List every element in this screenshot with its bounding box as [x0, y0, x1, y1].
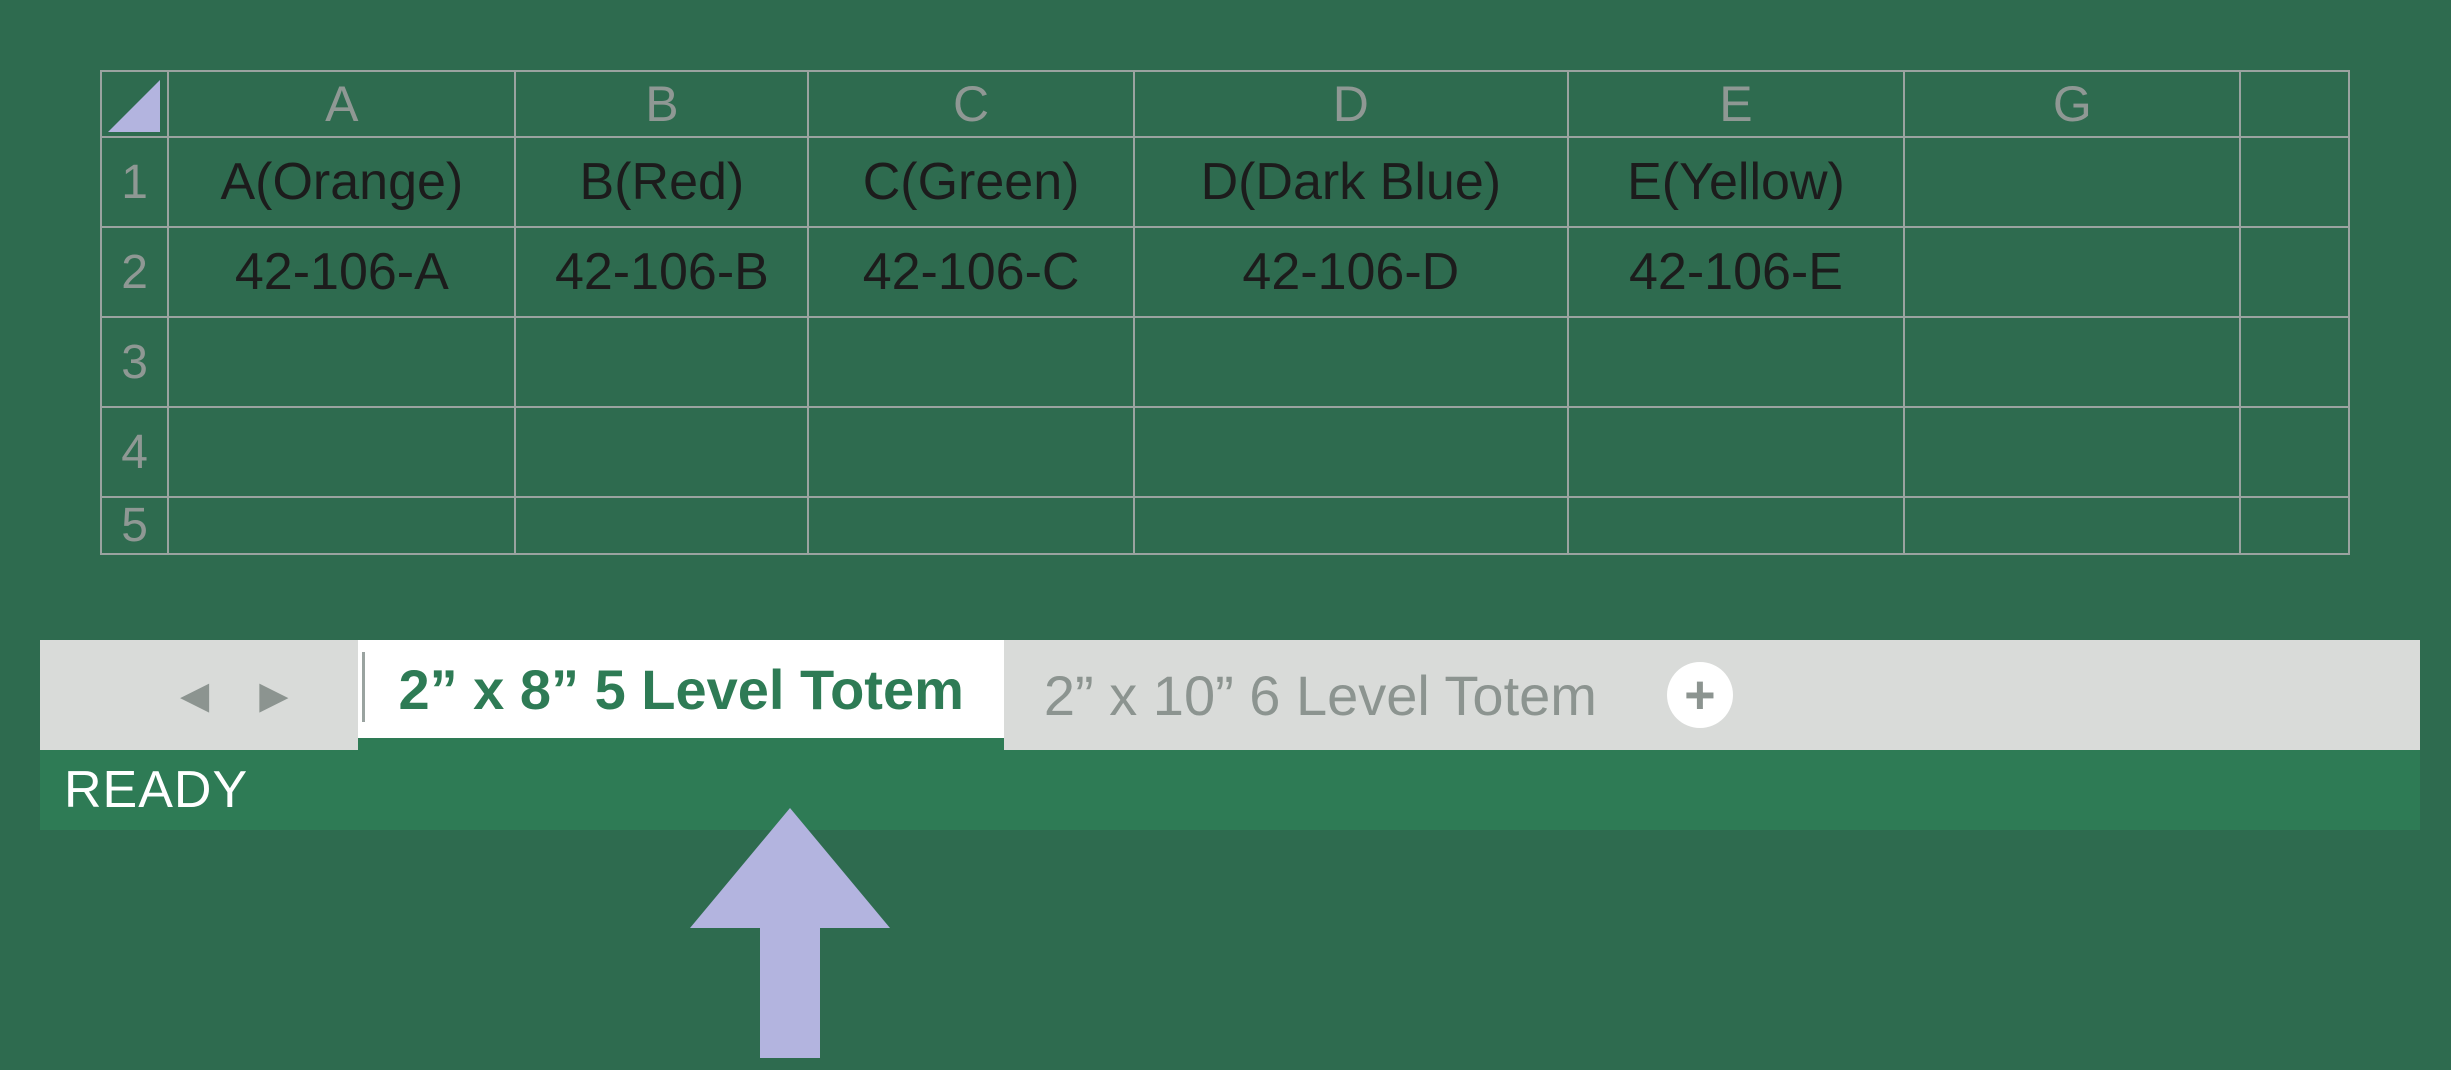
row-1[interactable]: 1 A(Orange) B(Red) C(Green) D(Dark Blue)… [101, 137, 2349, 227]
col-header-last[interactable] [2240, 71, 2349, 137]
status-text: READY [64, 760, 248, 820]
row-header-4[interactable]: 4 [101, 407, 168, 497]
col-header-C[interactable]: C [808, 71, 1133, 137]
row-3[interactable]: 3 [101, 317, 2349, 407]
cell-E3[interactable] [1568, 317, 1904, 407]
cell-D1[interactable]: D(Dark Blue) [1134, 137, 1568, 227]
tab-scroll-right-icon[interactable]: ▶ [259, 673, 288, 718]
cell-H5[interactable] [2240, 497, 2349, 554]
cell-C3[interactable] [808, 317, 1133, 407]
row-header-5[interactable]: 5 [101, 497, 168, 554]
sheet-tab-active[interactable]: 2” x 8” 5 Level Totem [358, 640, 1003, 750]
annotation-arrow-icon [690, 808, 890, 1063]
cell-C4[interactable] [808, 407, 1133, 497]
sheet-tab-inactive[interactable]: 2” x 10” 6 Level Totem [1004, 640, 1637, 750]
cell-G2[interactable] [1904, 227, 2240, 317]
col-header-G[interactable]: G [1904, 71, 2240, 137]
cell-H3[interactable] [2240, 317, 2349, 407]
select-all-corner[interactable] [101, 71, 168, 137]
cell-C2[interactable]: 42-106-C [808, 227, 1133, 317]
cell-G1[interactable] [1904, 137, 2240, 227]
cell-B5[interactable] [515, 497, 808, 554]
sheet-tab-active-label: 2” x 8” 5 Level Totem [398, 657, 963, 722]
cell-A1[interactable]: A(Orange) [168, 137, 515, 227]
cell-D3[interactable] [1134, 317, 1568, 407]
cell-A3[interactable] [168, 317, 515, 407]
cell-A2[interactable]: 42-106-A [168, 227, 515, 317]
cell-E4[interactable] [1568, 407, 1904, 497]
col-header-E[interactable]: E [1568, 71, 1904, 137]
col-header-D[interactable]: D [1134, 71, 1568, 137]
cell-H1[interactable] [2240, 137, 2349, 227]
cell-G3[interactable] [1904, 317, 2240, 407]
cell-G5[interactable] [1904, 497, 2240, 554]
col-header-A[interactable]: A [168, 71, 515, 137]
row-header-2[interactable]: 2 [101, 227, 168, 317]
cell-C1[interactable]: C(Green) [808, 137, 1133, 227]
cell-C5[interactable] [808, 497, 1133, 554]
row-header-3[interactable]: 3 [101, 317, 168, 407]
cell-E5[interactable] [1568, 497, 1904, 554]
add-sheet-button[interactable]: + [1637, 640, 1763, 750]
plus-icon: + [1667, 662, 1733, 728]
row-2[interactable]: 2 42-106-A 42-106-B 42-106-C 42-106-D 42… [101, 227, 2349, 317]
sheet-tab-bar: ◀ ▶ 2” x 8” 5 Level Totem 2” x 10” 6 Lev… [40, 640, 2420, 750]
sheet-tab-inactive-label: 2” x 10” 6 Level Totem [1044, 663, 1597, 728]
status-bar: READY [40, 750, 2420, 830]
cell-B1[interactable]: B(Red) [515, 137, 808, 227]
row-4[interactable]: 4 [101, 407, 2349, 497]
cell-B4[interactable] [515, 407, 808, 497]
cell-B3[interactable] [515, 317, 808, 407]
cell-H4[interactable] [2240, 407, 2349, 497]
row-header-1[interactable]: 1 [101, 137, 168, 227]
cell-E2[interactable]: 42-106-E [1568, 227, 1904, 317]
tab-scroll-left-icon[interactable]: ◀ [180, 673, 209, 718]
row-5[interactable]: 5 [101, 497, 2349, 554]
cell-G4[interactable] [1904, 407, 2240, 497]
spreadsheet-grid[interactable]: A B C D E G 1 A(Orange) B(Red) C(Green) … [100, 70, 2350, 555]
cell-D4[interactable] [1134, 407, 1568, 497]
cell-D5[interactable] [1134, 497, 1568, 554]
cell-B2[interactable]: 42-106-B [515, 227, 808, 317]
cell-A5[interactable] [168, 497, 515, 554]
cell-E1[interactable]: E(Yellow) [1568, 137, 1904, 227]
col-header-B[interactable]: B [515, 71, 808, 137]
cell-H2[interactable] [2240, 227, 2349, 317]
cell-A4[interactable] [168, 407, 515, 497]
cell-D2[interactable]: 42-106-D [1134, 227, 1568, 317]
